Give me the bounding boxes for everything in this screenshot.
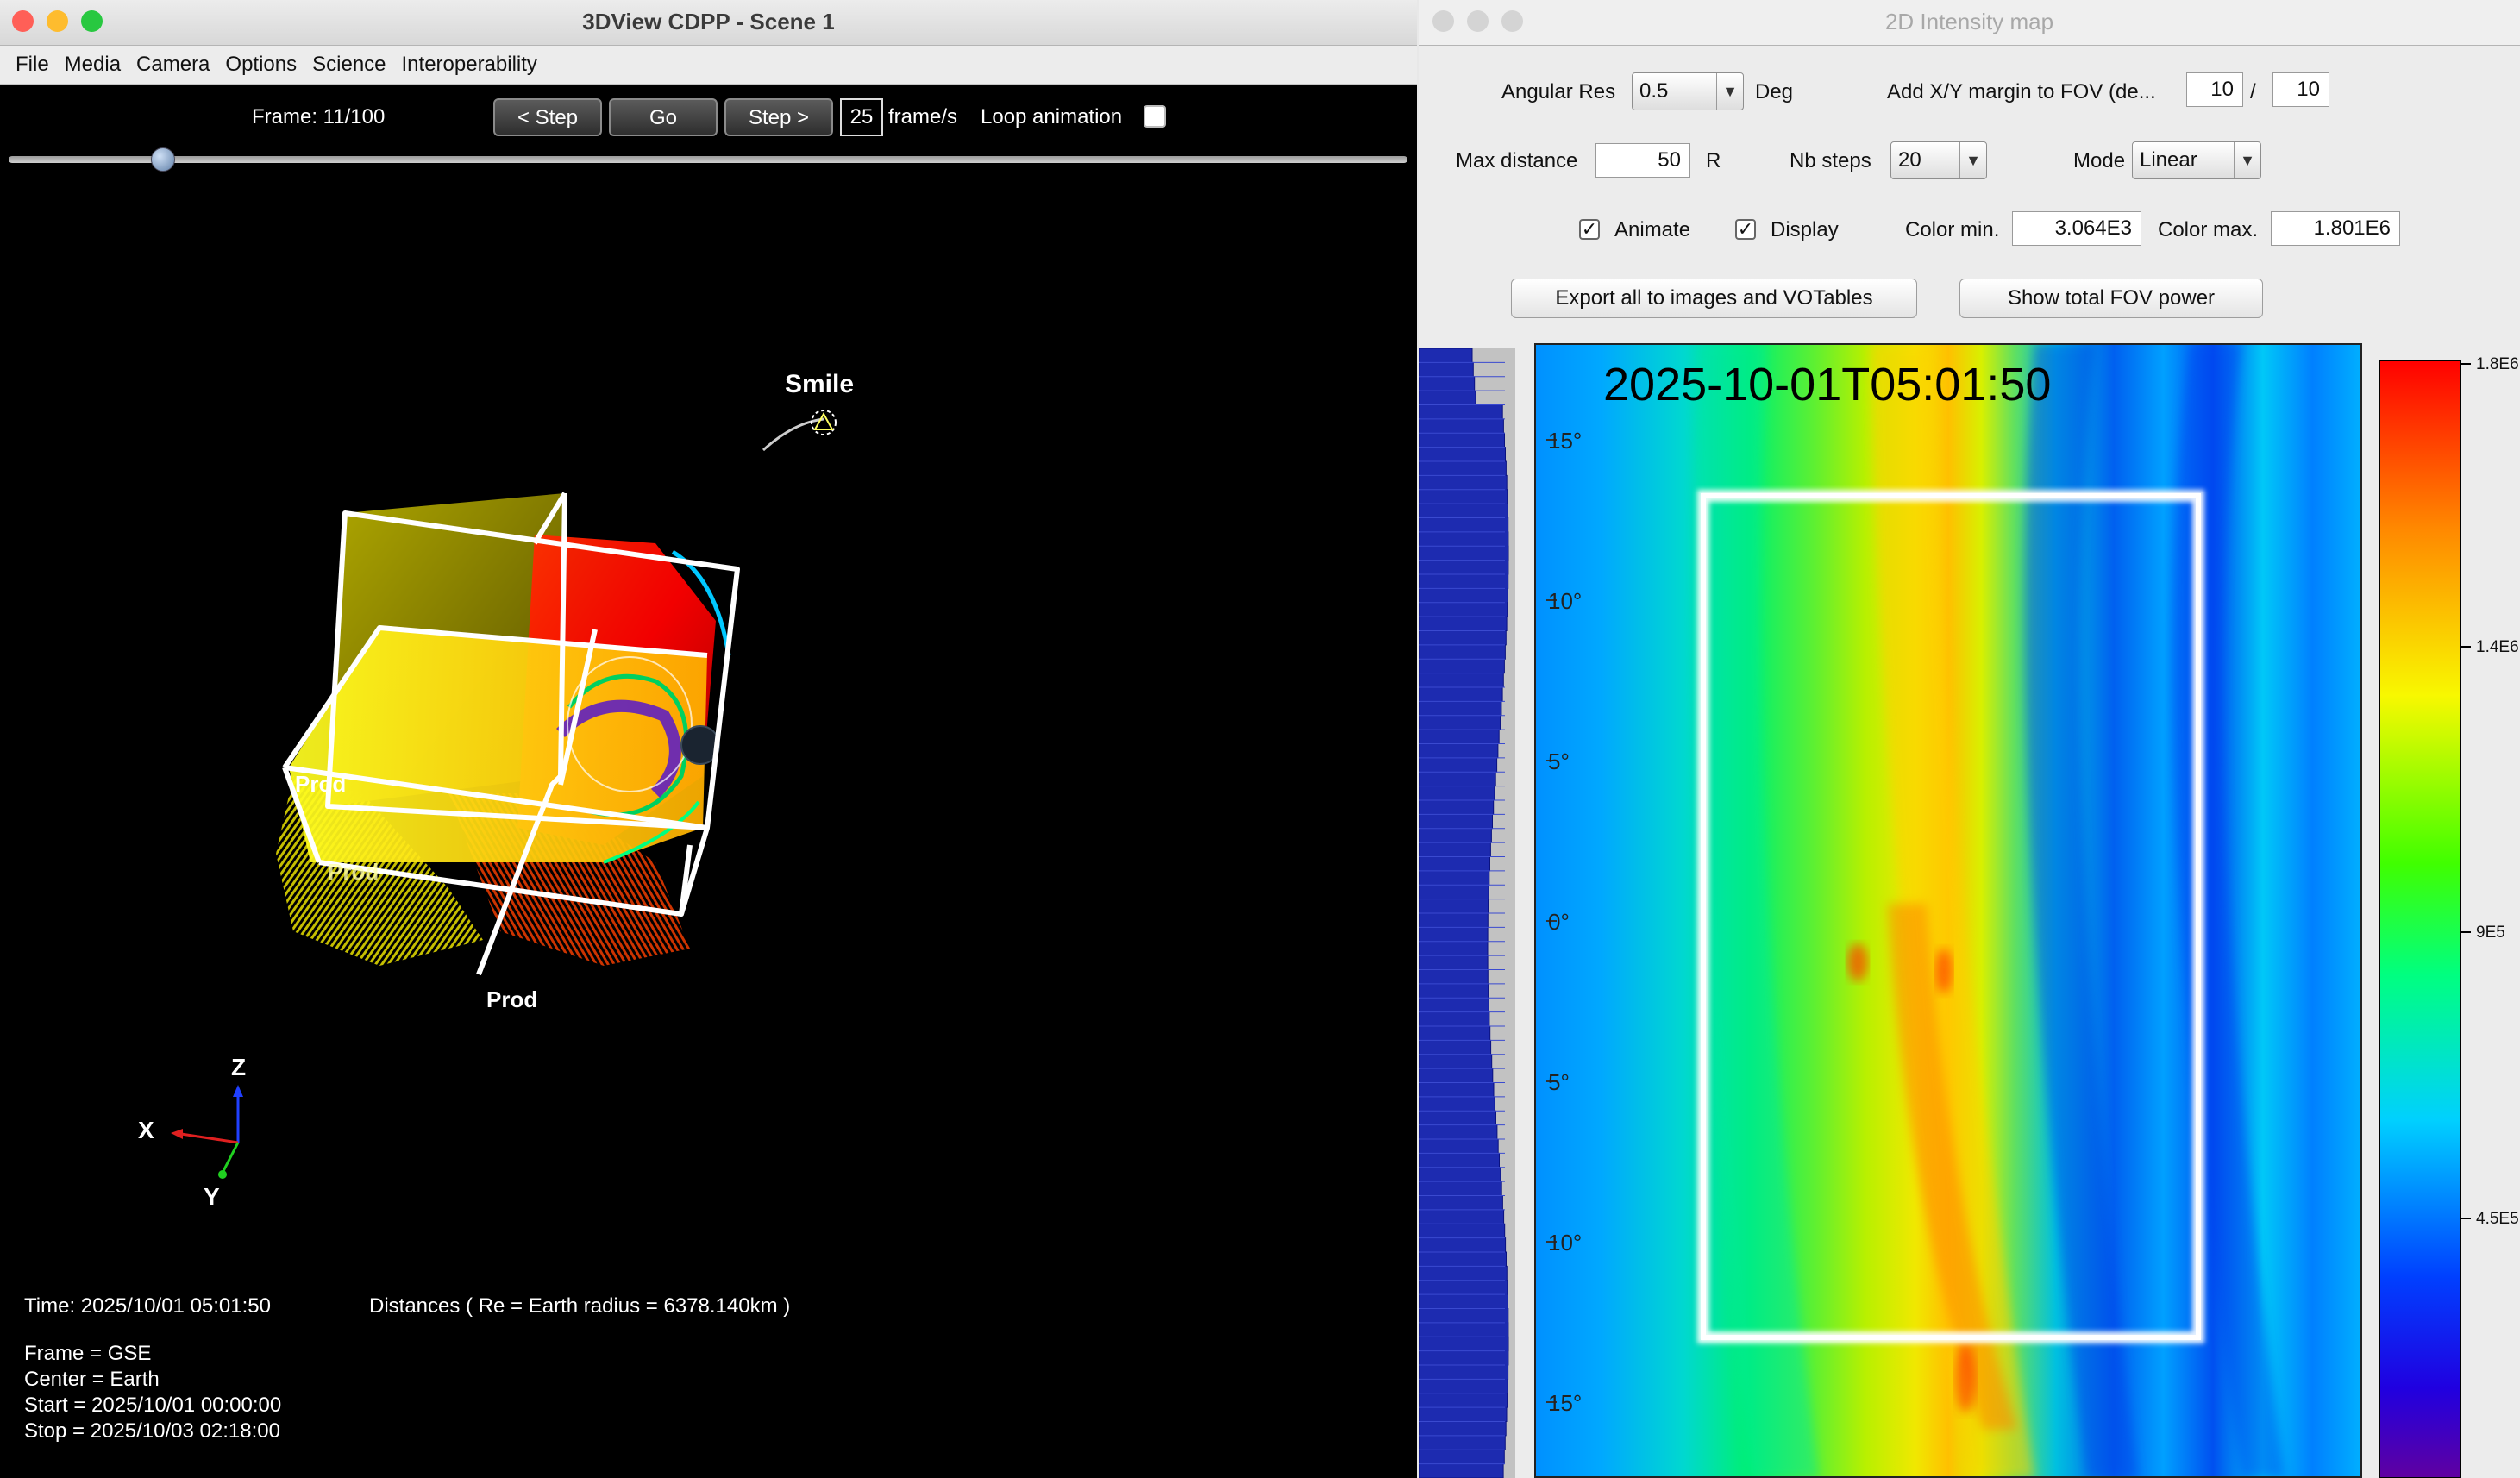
close-window-button[interactable] bbox=[12, 10, 34, 32]
color-min-label: Color min. bbox=[1905, 218, 2000, 241]
info-center: Center = Earth bbox=[24, 1368, 160, 1391]
show-fov-power-button[interactable]: Show total FOV power bbox=[1959, 279, 2263, 318]
prod-label-2: Prod bbox=[328, 859, 379, 885]
window-title: 2D Intensity map bbox=[1884, 9, 2054, 34]
step-back-button[interactable]: < Step bbox=[493, 98, 602, 136]
axes-triad bbox=[171, 1085, 243, 1179]
animate-label: Animate bbox=[1614, 218, 1691, 241]
y-tick-label: 5° bbox=[1548, 748, 1570, 774]
max-distance-label: Max distance bbox=[1456, 149, 1578, 172]
prod-label-3: Prod bbox=[486, 986, 537, 1012]
smile-spacecraft-icon[interactable] bbox=[811, 410, 837, 435]
mode-label: Mode bbox=[2073, 149, 2126, 172]
colorbar-tick-label: 9E5 bbox=[2476, 924, 2505, 942]
window-2d-intensity-map: 2D Intensity map Angular Res 0.5 ▼ Deg A… bbox=[1419, 0, 2520, 1478]
window-3dview: 3DView CDPP - Scene 1 File Media Camera Opt… bbox=[0, 0, 1417, 1478]
y-tick-label: 5° bbox=[1548, 1069, 1570, 1095]
zoom-window-button[interactable] bbox=[81, 10, 103, 32]
minimize-window-button[interactable] bbox=[47, 10, 68, 32]
margin-y-input[interactable]: 10 bbox=[2272, 72, 2329, 107]
frame-counter: Frame: 11/100 bbox=[252, 105, 386, 128]
minimize-window-button[interactable] bbox=[1467, 10, 1489, 32]
window-titlebar[interactable]: 2D Intensity map bbox=[1419, 0, 2520, 46]
hotspot bbox=[1935, 949, 1953, 993]
chevron-down-icon: ▼ bbox=[1716, 73, 1743, 110]
colorbar: 1.8E6 1.4E6 9E5 4.5E5 bbox=[2379, 355, 2519, 1478]
intensity-profile-bar bbox=[1419, 348, 1522, 1478]
deg-label: Deg bbox=[1755, 80, 1794, 103]
chevron-down-icon: ▼ bbox=[2234, 142, 2260, 178]
y-tick-label: 0° bbox=[1548, 909, 1570, 935]
frame-slider-thumb[interactable] bbox=[151, 147, 176, 172]
max-distance-input[interactable]: 50 bbox=[1595, 143, 1690, 178]
prod-label-1: Prod bbox=[295, 771, 346, 797]
loop-animation-checkbox[interactable] bbox=[1144, 105, 1166, 128]
go-button[interactable]: Go bbox=[609, 98, 718, 136]
max-distance-unit: R bbox=[1706, 149, 1721, 172]
margin-separator: / bbox=[2250, 80, 2256, 103]
y-tick-label: 15° bbox=[1548, 428, 1582, 454]
nb-steps-label: Nb steps bbox=[1790, 149, 1871, 172]
intensity-heatmap[interactable]: 2025-10-01T05:01:50 15° 10° 5° 0° 5° 10°… bbox=[1534, 343, 2362, 1478]
menu-options[interactable]: Options bbox=[217, 46, 304, 84]
fps-input[interactable]: 25 bbox=[840, 98, 883, 136]
step-forward-button[interactable]: Step > bbox=[724, 98, 833, 136]
mode-value: Linear bbox=[2140, 148, 2197, 172]
colorbar-tick-label: 4.5E5 bbox=[2476, 1210, 2519, 1228]
nb-steps-value: 20 bbox=[1898, 148, 1921, 172]
display-label: Display bbox=[1771, 218, 1839, 241]
menu-science[interactable]: Science bbox=[304, 46, 393, 84]
info-stop: Stop = 2025/10/03 02:18:00 bbox=[24, 1419, 280, 1443]
export-all-button[interactable]: Export all to images and VOTables bbox=[1511, 279, 1917, 318]
map-timestamp: 2025-10-01T05:01:50 bbox=[1603, 359, 2051, 410]
info-time: Time: 2025/10/01 05:01:50 bbox=[24, 1294, 271, 1318]
axis-z-label: Z bbox=[231, 1054, 246, 1080]
y-tick-label: 10° bbox=[1548, 1230, 1582, 1256]
hotspot bbox=[1955, 1343, 1976, 1412]
window-title: 3DView CDPP - Scene 1 bbox=[582, 9, 835, 34]
info-frame: Frame = GSE bbox=[24, 1342, 152, 1365]
y-tick-label: 10° bbox=[1548, 588, 1582, 614]
menu-interoperability[interactable]: Interoperability bbox=[394, 46, 545, 84]
display-checkbox[interactable]: ✓ bbox=[1735, 219, 1756, 240]
colorbar-tick-label: 1.4E6 bbox=[2476, 638, 2519, 656]
chevron-down-icon: ▼ bbox=[1959, 142, 1986, 178]
angular-res-value: 0.5 bbox=[1639, 79, 1669, 103]
info-distances: Distances ( Re = Earth radius = 6378.140… bbox=[369, 1294, 791, 1318]
animate-checkbox[interactable]: ✓ bbox=[1579, 219, 1600, 240]
scene-3d-viewport[interactable]: Smile Prod Prod Prod Z X Y bbox=[0, 172, 1417, 1478]
color-max-input[interactable]: 1.801E6 bbox=[2271, 211, 2400, 246]
colorbar-gradient bbox=[2379, 360, 2461, 1478]
menu-bar: File Media Camera Options Science Interoperab… bbox=[0, 46, 1417, 85]
hotspot bbox=[1847, 943, 1868, 981]
angular-res-label: Angular Res bbox=[1501, 80, 1616, 103]
frame-slider-track[interactable] bbox=[9, 156, 1407, 163]
mode-select[interactable]: Linear ▼ bbox=[2132, 141, 2261, 179]
zoom-window-button[interactable] bbox=[1501, 10, 1523, 32]
color-min-input[interactable]: 3.064E3 bbox=[2012, 211, 2141, 246]
margin-label: Add X/Y margin to FOV (de... bbox=[1887, 80, 2156, 103]
smile-label: Smile bbox=[785, 370, 854, 398]
axis-y-label: Y bbox=[204, 1183, 220, 1210]
smile-orbit-line bbox=[762, 417, 824, 452]
colorbar-tick-label: 1.8E6 bbox=[2476, 355, 2519, 373]
colorbar-ticks bbox=[2460, 363, 2471, 1219]
axis-x-label: X bbox=[138, 1117, 154, 1143]
window-titlebar[interactable]: 3DView CDPP - Scene 1 bbox=[0, 0, 1417, 46]
color-max-label: Color max. bbox=[2158, 218, 2259, 241]
menu-camera[interactable]: Camera bbox=[129, 46, 217, 84]
margin-x-input[interactable]: 10 bbox=[2186, 72, 2243, 107]
menu-media[interactable]: Media bbox=[57, 46, 129, 84]
fps-unit-label: frame/s bbox=[888, 105, 958, 128]
y-tick-label: 15° bbox=[1548, 1390, 1582, 1416]
loop-animation-label: Loop animation bbox=[981, 105, 1123, 128]
menu-file[interactable]: File bbox=[0, 46, 57, 84]
info-start: Start = 2025/10/01 00:00:00 bbox=[24, 1393, 282, 1417]
angular-res-select[interactable]: 0.5 ▼ bbox=[1632, 72, 1744, 110]
nb-steps-select[interactable]: 20 ▼ bbox=[1890, 141, 1987, 179]
close-window-button[interactable] bbox=[1432, 10, 1454, 32]
